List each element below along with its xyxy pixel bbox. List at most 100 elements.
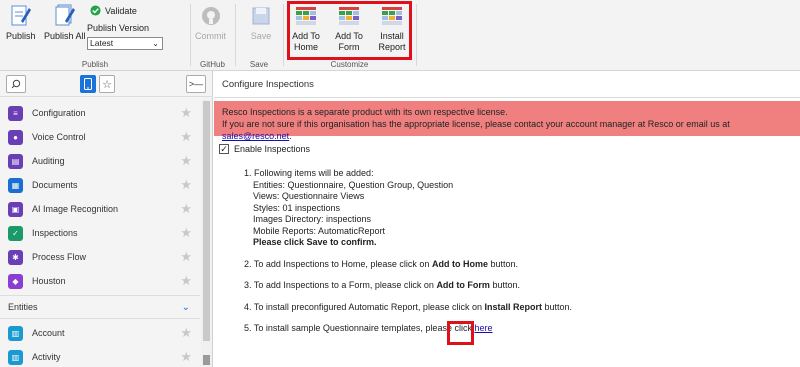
step-1-title: 1. Following items will be added: [244,168,374,178]
account-icon: ▥ [8,325,23,341]
inspections-icon: ✓ [8,225,23,241]
sidebar-item-label: Voice Control [32,132,86,142]
install-templates-link[interactable]: here [474,323,492,333]
enable-inspections-checkbox[interactable]: ✓ [219,144,229,154]
commit-button[interactable]: Commit [195,3,226,42]
sliders-icon: ≡ [8,105,23,121]
star-icon[interactable]: ★ [180,153,192,169]
collapse-icon: >— [188,79,204,89]
sidebar-item-label: Configuration [32,108,86,118]
activity-icon: ▥ [8,349,23,365]
sidebar-list: ≡ Configuration ★ ● Voice Control ★ ▤ Au… [0,101,200,367]
publish-button[interactable]: Publish [6,3,36,42]
sidebar-item-configuration[interactable]: ≡ Configuration ★ [0,101,200,125]
banner-line-2: If you are not sure if this organisation… [222,118,800,142]
group-separator [235,4,236,66]
microphone-icon: ● [8,129,23,145]
collapse-sidebar-button[interactable]: >— [186,75,206,93]
ai-icon: ▣ [8,201,23,217]
sidebar-item-ai-image-recognition[interactable]: ▣ AI Image Recognition ★ [0,197,200,221]
audit-icon: ▤ [8,153,23,169]
sidebar-item-account[interactable]: ▥ Account ★ [0,321,200,345]
here-highlight-box [447,321,474,345]
group-label-publish: Publish [81,60,109,69]
banner-text-end: . [289,131,292,141]
sidebar-item-label: Activity [32,352,61,362]
publish-all-button[interactable]: Publish All [44,3,86,42]
step-4-text-end: button. [541,301,573,312]
sidebar-item-label: Inspections [32,228,78,238]
search-button[interactable] [6,75,26,93]
group-separator [190,4,191,66]
group-label-save: Save [249,60,269,69]
process-flow-icon: ✱ [8,249,23,265]
publish-all-icon [51,3,79,29]
sidebar-toolbar: ☆ >— [0,71,213,97]
save-icon [247,3,275,29]
phone-icon [84,78,92,90]
star-icon: ☆ [102,78,112,91]
publish-icon [7,3,35,29]
github-icon [197,3,225,29]
documents-icon: ▦ [8,177,23,193]
star-icon[interactable]: ★ [180,129,192,145]
group-label-customize: Customize [330,60,369,69]
publish-version-label: Publish Version [87,23,150,33]
step-1: 1. Following items will be added: Entiti… [244,168,572,249]
save-label: Save [250,31,272,41]
scrollbar-down-arrow[interactable] [203,355,210,365]
instructions: 1. Following items will be added: Entiti… [244,168,572,345]
star-icon[interactable]: ★ [180,201,192,217]
validate-button[interactable]: Validate [90,5,137,16]
page-title: Configure Inspections [214,71,800,98]
step-4-text: 4. To install preconfigured Automatic Re… [244,301,485,312]
step-2-bold: Add to Home [431,258,488,269]
publish-version-select[interactable]: Latest ⌄ [87,37,163,50]
star-icon[interactable]: ★ [180,325,192,341]
sidebar-item-auditing[interactable]: ▤ Auditing ★ [0,149,200,173]
step-1-entities: Entities: Questionnaire, Question Group,… [253,179,454,190]
star-icon[interactable]: ★ [180,225,192,241]
star-icon[interactable]: ★ [180,349,192,365]
sidebar-item-houston[interactable]: ◆ Houston ★ [0,269,200,293]
validate-label: Validate [105,5,137,16]
mobile-view-toggle[interactable] [80,75,96,93]
step-4: 4. To install preconfigured Automatic Re… [244,302,572,314]
favorites-toggle[interactable]: ☆ [99,75,115,93]
save-button[interactable]: Save [247,3,275,42]
step-1-views: Views: Questionnaire Views [253,191,365,201]
sidebar-section-label: Entities [8,302,38,312]
group-separator [283,4,284,66]
star-icon[interactable]: ★ [180,177,192,193]
step-3-text-end: button. [489,280,520,290]
sidebar-scrollbar[interactable] [201,99,212,367]
sidebar-item-inspections[interactable]: ✓ Inspections ★ [0,221,200,245]
star-icon[interactable]: ★ [180,273,192,289]
main-panel: Configure Inspections Resco Inspections … [214,71,800,367]
houston-icon: ◆ [8,273,23,289]
star-icon[interactable]: ★ [180,105,192,121]
sidebar-item-activity[interactable]: ▥ Activity ★ [0,345,200,367]
step-5-text: 5. To install sample Questionnaire templ… [244,323,475,333]
sidebar-item-label: Auditing [32,156,65,166]
banner-line-1: Resco Inspections is a separate product … [222,107,508,117]
step-2-text-end: button. [487,258,518,269]
enable-inspections-label: Enable Inspections [234,144,311,154]
step-3-bold: Add to Form [436,280,490,290]
sidebar-item-process-flow[interactable]: ✱ Process Flow ★ [0,245,200,269]
step-2-text: 2. To add Inspections to Home, please cl… [244,258,432,269]
banner-text: If you are not sure if this organisation… [222,119,730,129]
sidebar-item-documents[interactable]: ▦ Documents ★ [0,173,200,197]
email-link[interactable]: sales@resco.net [222,131,289,141]
sidebar-item-voice-control[interactable]: ● Voice Control ★ [0,125,200,149]
step-1-images: Images Directory: inspections [253,214,372,224]
enable-inspections-row[interactable]: ✓ Enable Inspections [219,144,310,154]
scrollbar-thumb[interactable] [203,101,210,341]
step-3-text: 3. To add Inspections to a Form, please … [244,280,437,290]
sidebar-section-entities[interactable]: Entities ⌄ [0,295,200,319]
star-icon[interactable]: ★ [180,249,192,265]
publish-all-label: Publish All [44,31,86,41]
checkmark-icon: ✓ [220,143,228,154]
chevron-down-icon: ⌄ [181,301,190,313]
step-3: 3. To add Inspections to a Form, please … [244,280,572,292]
